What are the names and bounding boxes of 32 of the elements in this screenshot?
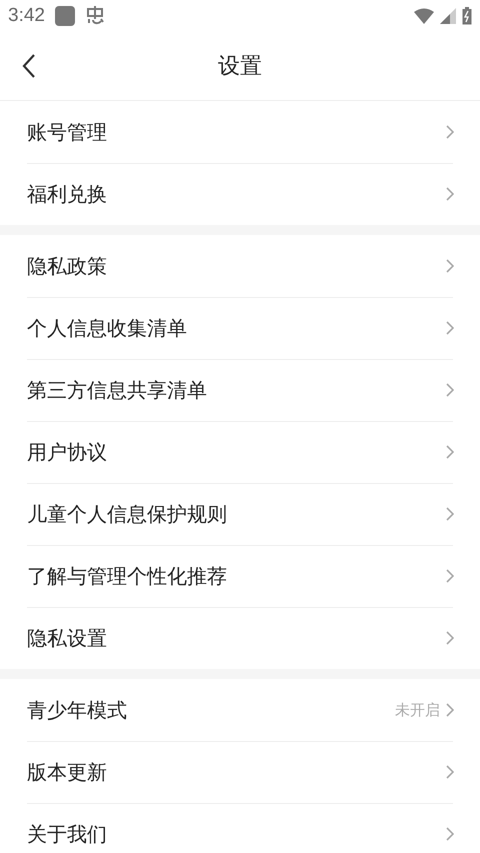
chevron-icon (446, 827, 454, 841)
wifi-icon (414, 8, 434, 24)
settings-item[interactable]: 青少年模式 未开启 (0, 679, 480, 741)
app-notification-icon (84, 6, 105, 26)
chevron-icon (446, 507, 454, 521)
signal-icon (440, 8, 456, 24)
back-icon[interactable] (22, 54, 36, 78)
settings-item[interactable]: 隐私政策 (0, 235, 480, 297)
chevron-icon (446, 321, 454, 335)
chevron-icon (446, 259, 454, 273)
settings-item[interactable]: 了解与管理个性化推荐 (0, 545, 480, 607)
chevron-icon (446, 765, 454, 779)
settings-item[interactable]: 版本更新 (0, 741, 480, 803)
chevron-icon (446, 383, 454, 397)
chevron-icon (446, 445, 454, 459)
chevron-icon (446, 187, 454, 201)
settings-item[interactable]: 关于我们 (0, 803, 480, 853)
settings-item[interactable]: 个人信息收集清单 (0, 297, 480, 359)
page-title: 设置 (218, 53, 262, 81)
battery-icon (462, 7, 472, 25)
chevron-icon (446, 125, 454, 139)
settings-item[interactable]: 账号管理 (0, 101, 480, 163)
settings-item[interactable]: 用户协议 (0, 421, 480, 483)
chevron-icon (446, 703, 454, 717)
chevron-icon (446, 569, 454, 583)
settings-item[interactable]: 福利兑换 (0, 163, 480, 225)
notification-icon (54, 6, 75, 26)
settings-item[interactable]: 儿童个人信息保护规则 (0, 483, 480, 545)
chevron-icon (446, 631, 454, 645)
settings-item[interactable]: 隐私设置 (0, 607, 480, 669)
status-time: 3:42 (8, 5, 45, 27)
settings-item[interactable]: 第三方信息共享清单 (0, 359, 480, 421)
